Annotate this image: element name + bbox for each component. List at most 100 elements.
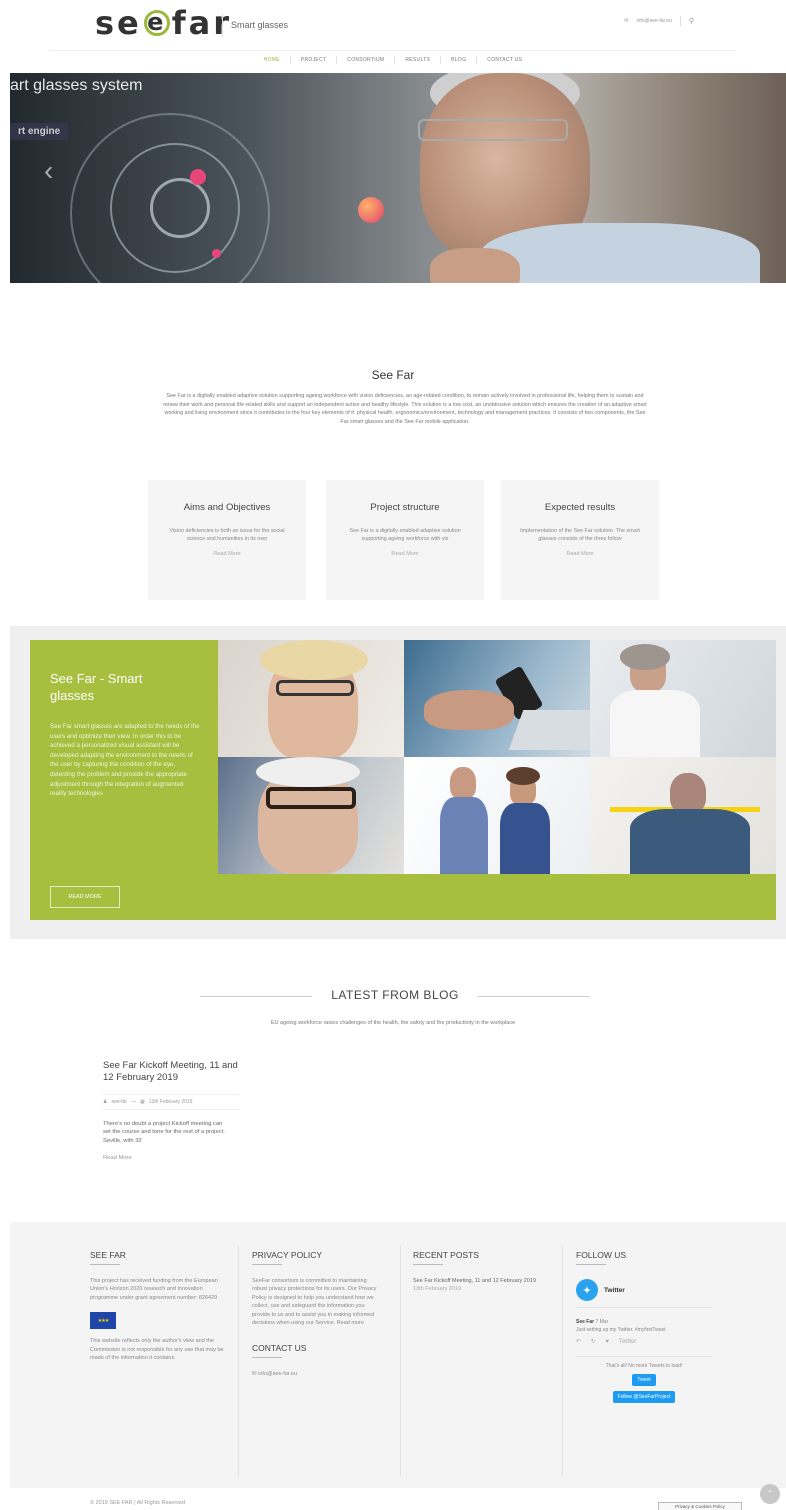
footer-divider (238, 1246, 239, 1476)
read-more-button[interactable]: READ MORE (50, 886, 120, 908)
nav-consortium[interactable]: CONSORTIUM (337, 56, 396, 64)
footer-col-recent: RECENT POSTS See Far Kickoff Meeting, 11… (413, 1250, 543, 1294)
photo-grid (218, 640, 776, 874)
scroll-to-top-icon[interactable]: ⌃ (760, 1484, 780, 1504)
footer-disclaimer-text: This website reflects only the author's … (90, 1338, 224, 1362)
feature-boxes: Aims and Objectives Vision deficiencies … (148, 480, 659, 600)
follow-twitter-button[interactable]: Follow @SeeFarProject (612, 1391, 676, 1403)
blog-post-card: See Far Kickoff Meeting, 11 and 12 Febru… (103, 1060, 239, 1161)
read-more-link[interactable]: Read More (326, 551, 484, 557)
calendar-icon: ▦ (140, 1099, 145, 1105)
hero-prev-arrow-icon[interactable]: ‹ (44, 155, 53, 187)
mail-icon: ✉ (624, 18, 629, 24)
header-utility: ✉ info@see-far.eu ⚲ (624, 16, 694, 26)
recent-post-date: 13th February 2019 (413, 1286, 462, 1293)
reply-icon[interactable]: ↶ (576, 1339, 585, 1345)
smart-glasses-panel: See Far - Smart glasses See Far smart gl… (30, 640, 776, 920)
user-icon: ♟ (103, 1099, 108, 1105)
tweet-card: See Far 7 Mar Just setting up my Twitter… (576, 1307, 712, 1346)
copyright-text: © 2019 SEE FAR | All Rights Reserved (90, 1500, 186, 1506)
tweet-source[interactable]: Twitter (619, 1339, 637, 1345)
about-title: See Far (371, 368, 415, 382)
twitter-widget-header: ✦ Twitter (576, 1279, 726, 1301)
feature-box-text: Vision deficiencies is both an issue for… (169, 528, 285, 542)
about-text: See Far is a digitally enabled adaptive … (163, 393, 647, 425)
read-more-link[interactable]: Read More (501, 551, 659, 557)
blog-subtitle: EU ageing workforce raises challenges of… (270, 1020, 516, 1026)
search-icon[interactable]: ⚲ (689, 17, 694, 25)
tweets-end: That's all! No more Tweets to load! Twee… (576, 1356, 712, 1403)
site-logo[interactable]: se e far (95, 4, 232, 42)
smart-glasses-text: See Far smart glasses are adapted to the… (50, 723, 200, 798)
tweet-author[interactable]: See Far (576, 1319, 594, 1325)
footer-contact-email: ✉ info@see-far.eu (252, 1370, 378, 1378)
feature-box-aims: Aims and Objectives Vision deficiencies … (148, 480, 306, 600)
heading-underline (413, 1264, 443, 1265)
twitter-label: Twitter (604, 1286, 625, 1294)
meta-separator: — (131, 1099, 137, 1105)
footer-heading: FOLLOW US (576, 1250, 627, 1260)
site-tagline: Smart glasses (222, 14, 288, 36)
photo-man-window (590, 640, 776, 757)
footer-email-link[interactable]: info@see-far.eu (258, 1371, 297, 1377)
twitter-bird-icon[interactable]: ✦ (576, 1279, 598, 1301)
heading-underline (576, 1264, 606, 1265)
footer-funding-text: This project has received funding from t… (90, 1278, 218, 1301)
header-email-link[interactable]: info@see-far.eu (636, 18, 671, 24)
blog-title: LATEST FROM BLOG (331, 988, 459, 1002)
feature-box-text: Implementation of the See Far solution. … (520, 528, 640, 542)
photo-phone-laptop (404, 640, 590, 757)
mail-icon: ✉ (252, 1371, 257, 1378)
tweet-text: Just setting up my Twitter. #myfirstTwee… (576, 1327, 666, 1333)
blog-heading: LATEST FROM BLOG (200, 988, 590, 1004)
hero-subtitle: rt engine (10, 123, 69, 140)
hero-slider: art glasses system rt engine ‹ (10, 73, 786, 283)
nav-project[interactable]: PROJECT (291, 56, 338, 64)
photo-woman-holding-glasses (218, 757, 404, 874)
smart-glasses-title: See Far - Smart glasses (50, 671, 143, 703)
feature-box-results: Expected results Implementation of the S… (501, 480, 659, 600)
nav-results[interactable]: RESULTS (395, 56, 442, 64)
blog-post-title[interactable]: See Far Kickoff Meeting, 11 and 12 Febru… (103, 1060, 239, 1084)
site-footer: SEE FAR This project has received fundin… (10, 1222, 786, 1488)
footer-heading: SEE FAR (90, 1250, 126, 1260)
footer-col-follow: FOLLOW US ✦ Twitter See Far 7 Mar Just s… (576, 1250, 726, 1403)
heading-underline (252, 1357, 282, 1359)
footer-divider (562, 1246, 563, 1476)
like-icon[interactable]: ♥ (605, 1339, 613, 1345)
retweet-icon[interactable]: ↻ (591, 1339, 600, 1345)
tweet-time[interactable]: 7 Mar (595, 1319, 608, 1325)
feature-box-text: See Far is a digitally enabled adaptive … (349, 528, 461, 542)
hero-dot (212, 249, 221, 258)
nav-contact[interactable]: CONTACT US (477, 56, 532, 64)
read-more-link[interactable]: Read More (103, 1155, 239, 1161)
blog-post-excerpt: There's no doubt a project Kickoff meeti… (103, 1121, 225, 1144)
cookie-policy-button[interactable]: Privacy & Cookies Policy (658, 1502, 742, 1510)
nav-blog[interactable]: BLOG (441, 56, 478, 64)
nav-home[interactable]: HOME (254, 56, 291, 64)
hero-person-hand (430, 248, 520, 283)
blog-post-author[interactable]: see-far (111, 1099, 127, 1105)
blog-post-meta: ♟ see-far — ▦ 13th February 2019 (103, 1094, 239, 1110)
smart-glasses-section: See Far - Smart glasses See Far smart gl… (10, 626, 786, 939)
photo-woman-glasses (218, 640, 404, 757)
photo-man-measuring (590, 757, 776, 874)
tweet-button[interactable]: Tweet (632, 1374, 656, 1386)
recent-post-link[interactable]: See Far Kickoff Meeting, 11 and 12 Febru… (413, 1277, 543, 1285)
main-nav: HOME PROJECT CONSORTIUM RESULTS BLOG CON… (50, 50, 736, 64)
footer-divider (400, 1246, 401, 1476)
logo-text-left: se (95, 4, 142, 42)
footer-heading: PRIVACY POLICY (252, 1250, 323, 1260)
site-header: se e far Smart glasses ✉ info@see-far.eu… (0, 0, 786, 70)
feature-box-title: Aims and Objectives (183, 502, 271, 513)
hero-tech-ring (150, 178, 210, 238)
read-more-link[interactable]: Read More (148, 551, 306, 557)
hero-person-shirt (480, 223, 760, 283)
tweet-actions: ↶ ↻ ♥ Twitter (576, 1338, 712, 1346)
eu-flag-icon: ★★★ (90, 1312, 116, 1330)
hero-dot (358, 197, 384, 223)
tweets-end-text: That's all! No more Tweets to load! (605, 1363, 683, 1369)
feature-box-structure: Project structure See Far is a digitally… (326, 480, 484, 600)
logo-eye-icon: e (143, 10, 170, 36)
hero-headline: art glasses system (10, 77, 143, 94)
